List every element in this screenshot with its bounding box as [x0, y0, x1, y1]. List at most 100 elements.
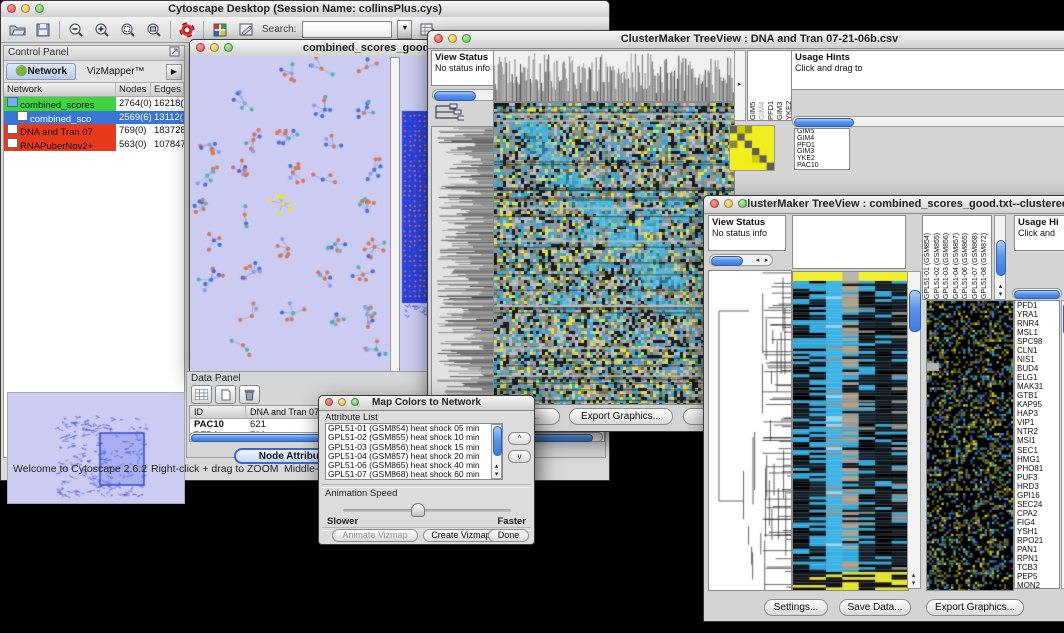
scroll-down-icon[interactable]: ▾ — [909, 580, 918, 587]
float-panel-icon[interactable] — [169, 46, 180, 60]
gene-label[interactable]: PAN1 — [1015, 545, 1059, 554]
gene-label[interactable]: RNR4 — [1015, 319, 1059, 328]
gene-label[interactable]: TCB3 — [1015, 563, 1059, 572]
array-dendrogram[interactable] — [493, 50, 735, 102]
close-button[interactable] — [196, 43, 205, 52]
zoom-button[interactable] — [35, 4, 44, 13]
minimize-button[interactable] — [448, 34, 457, 43]
network-table-row[interactable]: DNA and Tran 07 769(0) 183728(0) — [4, 124, 184, 138]
minimize-button[interactable] — [210, 43, 219, 52]
gene-label[interactable]: PUF3 — [1015, 473, 1059, 482]
save-icon[interactable] — [33, 20, 53, 40]
close-button[interactable] — [7, 4, 16, 13]
tab-network[interactable]: 🟢Network — [6, 63, 76, 80]
gene-label[interactable]: ELG1 — [1015, 373, 1059, 382]
search-dropdown-arrow-icon[interactable]: ▼ — [397, 20, 412, 39]
move-down-button[interactable]: v — [508, 450, 531, 463]
heatmap-global-view[interactable] — [493, 102, 735, 405]
scroll-right-icon[interactable]: ▸ — [762, 257, 771, 264]
scroll-down-icon[interactable]: ▾ — [492, 471, 501, 478]
gene-label[interactable]: GTB1 — [1015, 391, 1059, 400]
gene-label[interactable]: HAP3 — [1015, 409, 1059, 418]
close-button[interactable] — [434, 34, 443, 43]
close-button[interactable] — [710, 199, 719, 208]
done-button[interactable]: Done — [488, 529, 529, 542]
gene-dendrogram[interactable] — [708, 270, 792, 591]
open-file-icon[interactable] — [7, 20, 27, 40]
zoom-fit-icon[interactable] — [144, 20, 164, 40]
close-button[interactable] — [325, 398, 333, 406]
new-attribute-icon[interactable] — [215, 385, 236, 404]
tv2-settings-button[interactable]: Settings... — [764, 599, 828, 616]
tv1-strip-scrollbar[interactable]: ▸ — [734, 50, 746, 121]
attribute-list-scrollbar[interactable]: ▴ ▾ — [491, 424, 502, 479]
scroll-left-icon[interactable]: ◂ — [753, 257, 762, 264]
gene-label[interactable]: SEC1 — [1015, 446, 1059, 455]
zoom-button[interactable] — [462, 34, 471, 43]
heatmap-global-view[interactable] — [792, 271, 909, 591]
scrollbar-thumb[interactable] — [493, 426, 502, 456]
tv2-global-vscrollbar[interactable]: ▴ ▾ — [907, 271, 921, 589]
array-label[interactable]: GPL51-06 (GSM865) — [961, 216, 971, 299]
scroll-up-icon[interactable]: ▴ — [996, 283, 1005, 290]
gene-label[interactable]: GPI16 — [1015, 491, 1059, 500]
gene-label[interactable]: CLN1 — [1015, 346, 1059, 355]
heatmap-zoom-view[interactable] — [926, 300, 1014, 591]
array-label[interactable]: GPL51-04 (GSM857) — [952, 216, 962, 299]
gene-label[interactable]: RPO21 — [1015, 536, 1059, 545]
zoom-selected-icon[interactable] — [118, 20, 138, 40]
network-canvas[interactable] — [190, 57, 390, 372]
gene-label[interactable]: CPA2 — [1015, 509, 1059, 518]
tv2-status-hscrollbar[interactable]: ◂ ▸ — [709, 254, 773, 266]
treeview1-titlebar[interactable]: ClusterMaker TreeView : DNA and Tran 07-… — [428, 31, 1064, 49]
heatmap-zoom-view[interactable] — [729, 125, 775, 171]
gene-label[interactable]: PEP5 — [1015, 572, 1059, 581]
tv2-label-vscrollbar[interactable]: ▴ ▾ — [994, 215, 1006, 300]
gene-label[interactable]: PHO81 — [1015, 464, 1059, 473]
header-nodes[interactable]: Nodes — [116, 83, 151, 96]
network-table-row[interactable]: combined_sco 2569(6) 13112(15) — [4, 111, 184, 125]
dialog-titlebar[interactable]: Map Colors to Network — [319, 396, 534, 411]
slider-thumb[interactable] — [411, 503, 425, 517]
header-id[interactable]: ID — [190, 406, 246, 418]
animation-speed-slider[interactable] — [343, 509, 511, 512]
gene-label[interactable]: SPC98 — [1015, 337, 1059, 346]
gene-label[interactable]: BUD4 — [1015, 364, 1059, 373]
scrollbar-thumb[interactable] — [909, 290, 921, 332]
help-lifering-icon[interactable] — [177, 20, 197, 40]
gene-label[interactable]: PAC10 — [795, 163, 849, 170]
gene-label[interactable]: HMG1 — [1015, 455, 1059, 464]
header-network[interactable]: Network — [4, 83, 116, 96]
gene-label[interactable]: KAP95 — [1015, 400, 1059, 409]
minimize-button[interactable] — [724, 199, 733, 208]
array-label[interactable]: GPL51-08 (GSM872) — [980, 216, 990, 299]
gene-label[interactable]: MON2 — [1015, 581, 1059, 589]
tv2-export-graphics-button[interactable]: Export Graphics... — [926, 599, 1024, 616]
network-table-row[interactable]: RNAPuberNov2+ 563(0) 107847(0) — [4, 138, 184, 152]
zoom-button[interactable] — [738, 199, 747, 208]
scroll-up-icon[interactable]: ▴ — [909, 572, 918, 579]
birds-eye-view[interactable] — [8, 393, 182, 501]
gene-label[interactable]: MAK31 — [1015, 382, 1059, 391]
tv2-save-data-button[interactable]: Save Data... — [839, 599, 911, 616]
zoom-out-icon[interactable] — [66, 20, 86, 40]
gene-label[interactable]: HRD3 — [1015, 482, 1059, 491]
header-edges[interactable]: Edges — [151, 83, 184, 96]
tv1-zoom-hscrollbar[interactable] — [792, 116, 1064, 127]
array-dendrogram-panel[interactable] — [792, 215, 906, 269]
gene-label[interactable]: RPN1 — [1015, 554, 1059, 563]
minimize-button[interactable] — [338, 398, 346, 406]
select-attributes-icon[interactable] — [191, 385, 212, 404]
scrollbar-thumb[interactable] — [1014, 290, 1060, 299]
gene-label[interactable]: FIG4 — [1015, 518, 1059, 527]
array-label[interactable]: GIM3 — [775, 51, 784, 120]
tv2-zoom-hscrollbar[interactable] — [1012, 288, 1062, 299]
vizmapper-icon[interactable] — [210, 20, 230, 40]
zoom-button[interactable] — [224, 43, 233, 52]
zoom-button[interactable] — [351, 398, 359, 406]
array-label[interactable]: GPL51-07 (GSM868) — [971, 216, 981, 299]
gene-label[interactable]: YRA1 — [1015, 310, 1059, 319]
gene-label[interactable]: NIS1 — [1015, 355, 1059, 364]
gene-label[interactable]: MSL1 — [1015, 328, 1059, 337]
delete-attribute-icon[interactable] — [239, 385, 260, 404]
